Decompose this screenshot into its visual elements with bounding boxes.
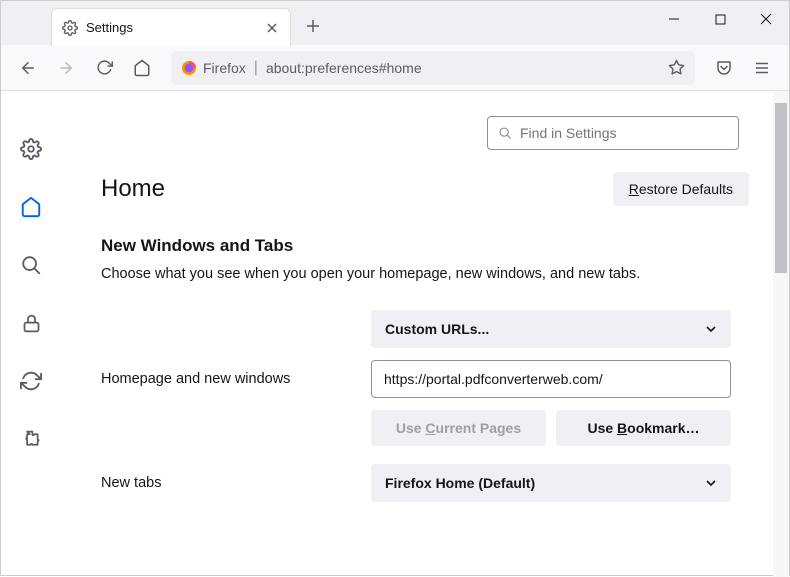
newtabs-label: New tabs xyxy=(101,475,371,491)
back-button[interactable] xyxy=(11,51,45,85)
home-button[interactable] xyxy=(125,51,159,85)
sidebar-item-home[interactable] xyxy=(13,189,49,225)
scrollbar-thumb[interactable] xyxy=(775,103,787,273)
url-bar[interactable]: Firefox | about:preferences#home xyxy=(171,51,695,85)
settings-main: Home Restore Defaults New Windows and Ta… xyxy=(61,91,789,577)
identity-box[interactable]: Firefox xyxy=(181,60,246,76)
page-title: Home xyxy=(101,175,165,203)
reload-button[interactable] xyxy=(87,51,121,85)
sidebar-item-search[interactable] xyxy=(13,247,49,283)
sidebar-item-sync[interactable] xyxy=(13,363,49,399)
window-controls xyxy=(651,1,789,37)
forward-button xyxy=(49,51,83,85)
restore-defaults-button[interactable]: Restore Defaults xyxy=(613,172,749,206)
search-icon xyxy=(498,126,512,140)
chevron-down-icon xyxy=(705,477,717,489)
firefox-icon xyxy=(181,60,197,76)
settings-sidebar xyxy=(1,91,61,577)
save-to-pocket-button[interactable] xyxy=(707,51,741,85)
sidebar-item-general[interactable] xyxy=(13,131,49,167)
select-value: Firefox Home (Default) xyxy=(385,475,535,491)
sidebar-item-privacy[interactable] xyxy=(13,305,49,341)
minimize-button[interactable] xyxy=(651,1,697,37)
browser-tab[interactable]: Settings xyxy=(51,8,291,46)
window-close-button[interactable] xyxy=(743,1,789,37)
tab-title: Settings xyxy=(86,20,256,35)
homepage-mode-select[interactable]: Custom URLs... xyxy=(371,310,731,348)
homepage-label: Homepage and new windows xyxy=(101,371,371,387)
scrollbar-track[interactable] xyxy=(773,91,789,577)
identity-label: Firefox xyxy=(203,60,246,76)
maximize-button[interactable] xyxy=(697,1,743,37)
bookmark-star-icon[interactable] xyxy=(668,59,685,76)
sidebar-item-extensions[interactable] xyxy=(13,421,49,457)
homepage-url-input[interactable] xyxy=(371,360,731,398)
url-text: about:preferences#home xyxy=(266,60,660,76)
section-description: Choose what you see when you open your h… xyxy=(101,266,749,282)
use-bookmark-button[interactable]: Use Bookmark… xyxy=(556,410,731,446)
app-menu-button[interactable] xyxy=(745,51,779,85)
section-heading: New Windows and Tabs xyxy=(101,236,749,256)
toolbar: Firefox | about:preferences#home xyxy=(1,45,789,91)
title-bar: Settings xyxy=(1,1,789,45)
find-in-settings[interactable] xyxy=(487,116,739,150)
newtabs-mode-select[interactable]: Firefox Home (Default) xyxy=(371,464,731,502)
use-current-pages-button: Use Current Pages xyxy=(371,410,546,446)
find-input[interactable] xyxy=(520,125,728,141)
new-tab-button[interactable] xyxy=(297,10,329,42)
select-value: Custom URLs... xyxy=(385,321,489,337)
content-area: Home Restore Defaults New Windows and Ta… xyxy=(1,91,789,577)
url-separator: | xyxy=(254,59,258,77)
close-icon[interactable] xyxy=(264,20,280,36)
gear-icon xyxy=(62,20,78,36)
chevron-down-icon xyxy=(705,323,717,335)
